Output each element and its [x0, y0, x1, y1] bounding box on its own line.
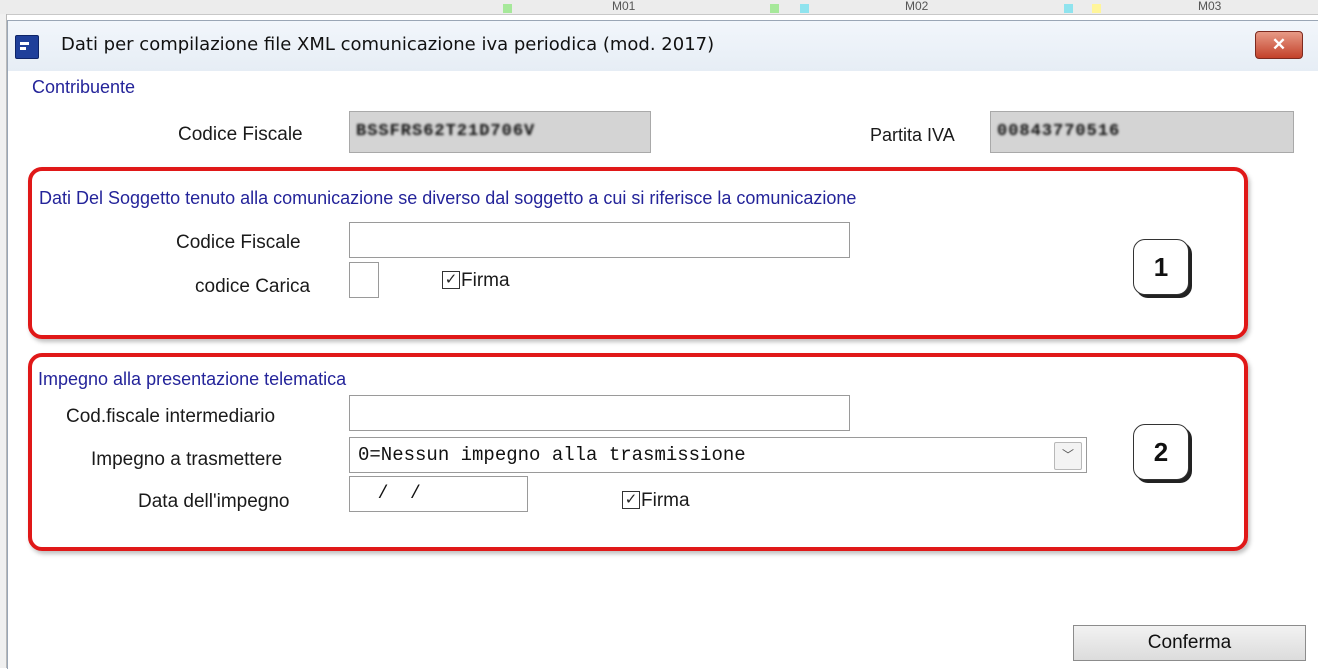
background-window-strip: M01 M02 M03 [0, 0, 1318, 15]
callout-badge-1: 1 [1133, 239, 1189, 295]
background-column-m02: M02 [905, 0, 929, 13]
app-form-icon [15, 35, 39, 59]
codice-fiscale-readonly-field: BSSFRS62T21D706V [349, 111, 651, 153]
impegno-trasmettere-select[interactable]: 0=Nessun impegno alla trasmissione ﹀ [349, 437, 1087, 473]
partita-iva-value: 00843770516 [997, 122, 1121, 141]
background-swatch [1092, 4, 1101, 13]
background-swatch [770, 4, 779, 13]
background-swatch [1064, 4, 1073, 13]
impegno-trasmettere-value: 0=Nessun impegno alla trasmissione [358, 444, 746, 466]
background-swatch [800, 4, 809, 13]
partita-iva-readonly-field: 00843770516 [990, 111, 1294, 153]
data-impegno-label: Data dell'impegno [138, 491, 290, 512]
background-column-m03: M03 [1198, 0, 1222, 13]
partita-iva-label: Partita IVA [870, 125, 955, 145]
soggetto-codice-fiscale-input[interactable] [349, 222, 850, 258]
chevron-down-icon[interactable]: ﹀ [1054, 442, 1082, 470]
contribuente-heading: Contribuente [32, 77, 136, 97]
impegno-firma-checkbox[interactable]: ✓ [622, 491, 640, 509]
background-swatch [503, 4, 512, 13]
codice-carica-label: codice Carica [195, 276, 311, 297]
dialog-window: Dati per compilazione file XML comunicaz… [7, 20, 1318, 669]
callout-badge-2: 2 [1133, 424, 1189, 480]
title-bar[interactable]: Dati per compilazione file XML comunicaz… [8, 21, 1318, 71]
cod-fiscale-intermediario-label: Cod.fiscale intermediario [66, 406, 276, 427]
soggetto-firma-label: Firma [461, 270, 510, 291]
soggetto-firma-checkbox[interactable]: ✓ [442, 271, 460, 289]
data-impegno-input[interactable]: / / [349, 476, 528, 512]
soggetto-codice-fiscale-label: Codice Fiscale [176, 232, 301, 253]
cod-fiscale-intermediario-input[interactable] [349, 395, 850, 431]
background-window-edge [0, 14, 7, 668]
impegno-firma-label: Firma [641, 490, 690, 511]
window-title: Dati per compilazione file XML comunicaz… [61, 34, 715, 55]
impegno-heading: Impegno alla presentazione telematica [38, 369, 347, 389]
conferma-button[interactable]: Conferma [1073, 625, 1306, 661]
codice-fiscale-value: BSSFRS62T21D706V [356, 122, 536, 141]
codice-fiscale-label: Codice Fiscale [178, 124, 303, 145]
codice-carica-input[interactable] [349, 262, 379, 298]
impegno-trasmettere-label: Impegno a trasmettere [91, 449, 283, 470]
soggetto-heading: Dati Del Soggetto tenuto alla comunicazi… [39, 188, 857, 208]
close-button[interactable]: ✕ [1255, 31, 1303, 59]
background-column-m01: M01 [612, 0, 636, 13]
